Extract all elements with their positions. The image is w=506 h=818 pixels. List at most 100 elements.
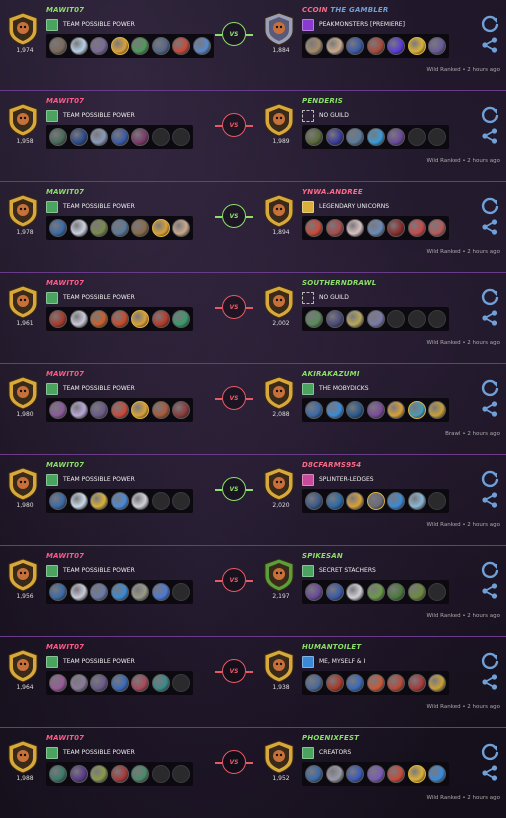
monster-card-icon[interactable] bbox=[69, 219, 88, 237]
guild-name[interactable]: ME, MYSELF & I bbox=[319, 658, 365, 665]
monster-card-icon[interactable] bbox=[387, 219, 405, 237]
battle-row[interactable]: 1,956 MAWIT07 TEAM POSSIBLE POWER 2,197 SPIK… bbox=[0, 546, 506, 637]
monster-card-icon[interactable] bbox=[305, 401, 323, 419]
monster-card-icon[interactable] bbox=[305, 128, 323, 146]
battle-row[interactable]: 1,988 MAWIT07 TEAM POSSIBLE POWER 1,952 PHOE… bbox=[0, 728, 506, 818]
monster-card-icon[interactable] bbox=[131, 674, 149, 692]
guild-name[interactable]: SPLINTER-LEDGES bbox=[319, 476, 374, 483]
monster-card-icon[interactable] bbox=[428, 401, 446, 419]
monster-card-icon[interactable] bbox=[366, 765, 385, 783]
monster-card-icon[interactable] bbox=[90, 583, 108, 601]
guild-name[interactable]: TEAM POSSIBLE POWER bbox=[63, 21, 135, 28]
monster-card-icon[interactable] bbox=[387, 401, 405, 419]
monster-card-icon[interactable] bbox=[110, 583, 129, 601]
share-icon[interactable] bbox=[481, 127, 499, 145]
replay-icon[interactable] bbox=[480, 742, 500, 762]
monster-card-icon[interactable] bbox=[49, 310, 67, 328]
player-name[interactable]: MAWIT07 bbox=[46, 6, 84, 14]
monster-card-icon[interactable] bbox=[69, 492, 88, 510]
monster-card-icon[interactable] bbox=[346, 128, 364, 146]
monster-card-icon[interactable] bbox=[90, 492, 108, 510]
monster-card-icon[interactable] bbox=[131, 219, 149, 237]
guild-name[interactable]: PEAKMONSTERS [PREMIERE] bbox=[319, 21, 405, 28]
monster-card-icon[interactable] bbox=[49, 674, 67, 692]
monster-card-icon[interactable] bbox=[110, 492, 129, 510]
monster-card-icon[interactable] bbox=[69, 674, 88, 692]
monster-card-icon[interactable] bbox=[69, 310, 88, 328]
battle-history-list[interactable]: 1,974 MAWIT07 TEAM POSSIBLE POWER 1,884 CCOI… bbox=[0, 0, 506, 818]
monster-card-icon[interactable] bbox=[192, 37, 211, 55]
player-name[interactable]: PHOENIXFEST bbox=[302, 734, 359, 742]
monster-card-icon[interactable] bbox=[428, 37, 446, 55]
monster-card-icon[interactable] bbox=[69, 401, 88, 419]
guild-name[interactable]: CREATORS bbox=[319, 749, 351, 756]
monster-card-icon[interactable] bbox=[407, 674, 426, 692]
guild-name[interactable]: TEAM POSSIBLE POWER bbox=[63, 112, 135, 119]
monster-card-icon[interactable] bbox=[407, 37, 426, 55]
monster-card-icon[interactable] bbox=[90, 128, 108, 146]
monster-card-icon[interactable] bbox=[90, 674, 108, 692]
monster-card-icon[interactable] bbox=[346, 401, 364, 419]
share-icon[interactable] bbox=[481, 36, 499, 54]
monster-card-icon[interactable] bbox=[131, 492, 149, 510]
monster-card-icon[interactable] bbox=[387, 37, 405, 55]
monster-card-icon[interactable] bbox=[366, 310, 385, 328]
guild-name[interactable]: TEAM POSSIBLE POWER bbox=[63, 385, 135, 392]
monster-card-icon[interactable] bbox=[325, 674, 344, 692]
guild-name[interactable]: THE MOBYDICKS bbox=[319, 385, 369, 392]
monster-card-icon[interactable] bbox=[110, 128, 129, 146]
monster-card-icon[interactable] bbox=[366, 219, 385, 237]
monster-card-icon[interactable] bbox=[49, 583, 67, 601]
player-name[interactable]: CCOIN THE GAMBLER bbox=[302, 6, 389, 14]
replay-icon[interactable] bbox=[480, 469, 500, 489]
monster-card-icon[interactable] bbox=[69, 765, 88, 783]
replay-icon[interactable] bbox=[480, 651, 500, 671]
monster-card-icon[interactable] bbox=[49, 492, 67, 510]
monster-card-icon[interactable] bbox=[325, 401, 344, 419]
monster-card-icon[interactable] bbox=[366, 401, 385, 419]
monster-card-icon[interactable] bbox=[366, 37, 385, 55]
monster-card-icon[interactable] bbox=[325, 583, 344, 601]
share-icon[interactable] bbox=[481, 582, 499, 600]
monster-card-icon[interactable] bbox=[131, 310, 149, 328]
monster-card-icon[interactable] bbox=[305, 310, 323, 328]
player-name[interactable]: AKIRAKAZUMI bbox=[302, 370, 360, 378]
monster-card-icon[interactable] bbox=[407, 492, 426, 510]
monster-card-icon[interactable] bbox=[407, 219, 426, 237]
monster-card-icon[interactable] bbox=[69, 128, 88, 146]
monster-card-icon[interactable] bbox=[305, 765, 323, 783]
monster-card-icon[interactable] bbox=[305, 583, 323, 601]
guild-name[interactable]: TEAM POSSIBLE POWER bbox=[63, 567, 135, 574]
guild-name[interactable]: TEAM POSSIBLE POWER bbox=[63, 658, 135, 665]
guild-name[interactable]: SECRET STACHERS bbox=[319, 567, 376, 574]
monster-card-icon[interactable] bbox=[366, 674, 385, 692]
monster-card-icon[interactable] bbox=[346, 492, 364, 510]
monster-card-icon[interactable] bbox=[131, 128, 149, 146]
battle-row[interactable]: 1,964 MAWIT07 TEAM POSSIBLE POWER 1,938 HUMA… bbox=[0, 637, 506, 728]
share-icon[interactable] bbox=[481, 218, 499, 236]
guild-name[interactable]: TEAM POSSIBLE POWER bbox=[63, 476, 135, 483]
monster-card-icon[interactable] bbox=[172, 37, 190, 55]
player-name[interactable]: YNWA.ANDREE bbox=[302, 188, 363, 196]
guild-name[interactable]: LEGENDARY UNICORNS bbox=[319, 203, 389, 210]
monster-card-icon[interactable] bbox=[305, 219, 323, 237]
monster-card-icon[interactable] bbox=[90, 219, 108, 237]
replay-icon[interactable] bbox=[480, 378, 500, 398]
monster-card-icon[interactable] bbox=[69, 37, 88, 55]
monster-card-icon[interactable] bbox=[151, 583, 170, 601]
replay-icon[interactable] bbox=[480, 196, 500, 216]
monster-card-icon[interactable] bbox=[131, 583, 149, 601]
monster-card-icon[interactable] bbox=[131, 765, 149, 783]
player-name[interactable]: D8CFARMS954 bbox=[302, 461, 361, 469]
monster-card-icon[interactable] bbox=[325, 492, 344, 510]
battle-row[interactable]: 1,980 MAWIT07 TEAM POSSIBLE POWER 2,088 AKIR… bbox=[0, 364, 506, 455]
battle-row[interactable]: 1,961 MAWIT07 TEAM POSSIBLE POWER 2,002 SOUT… bbox=[0, 273, 506, 364]
player-name[interactable]: MAWIT07 bbox=[46, 97, 84, 105]
replay-icon[interactable] bbox=[480, 287, 500, 307]
share-icon[interactable] bbox=[481, 764, 499, 782]
monster-card-icon[interactable] bbox=[90, 765, 108, 783]
monster-card-icon[interactable] bbox=[428, 765, 446, 783]
share-icon[interactable] bbox=[481, 309, 499, 327]
guild-name[interactable]: NO GUILD bbox=[319, 294, 349, 301]
monster-card-icon[interactable] bbox=[110, 674, 129, 692]
